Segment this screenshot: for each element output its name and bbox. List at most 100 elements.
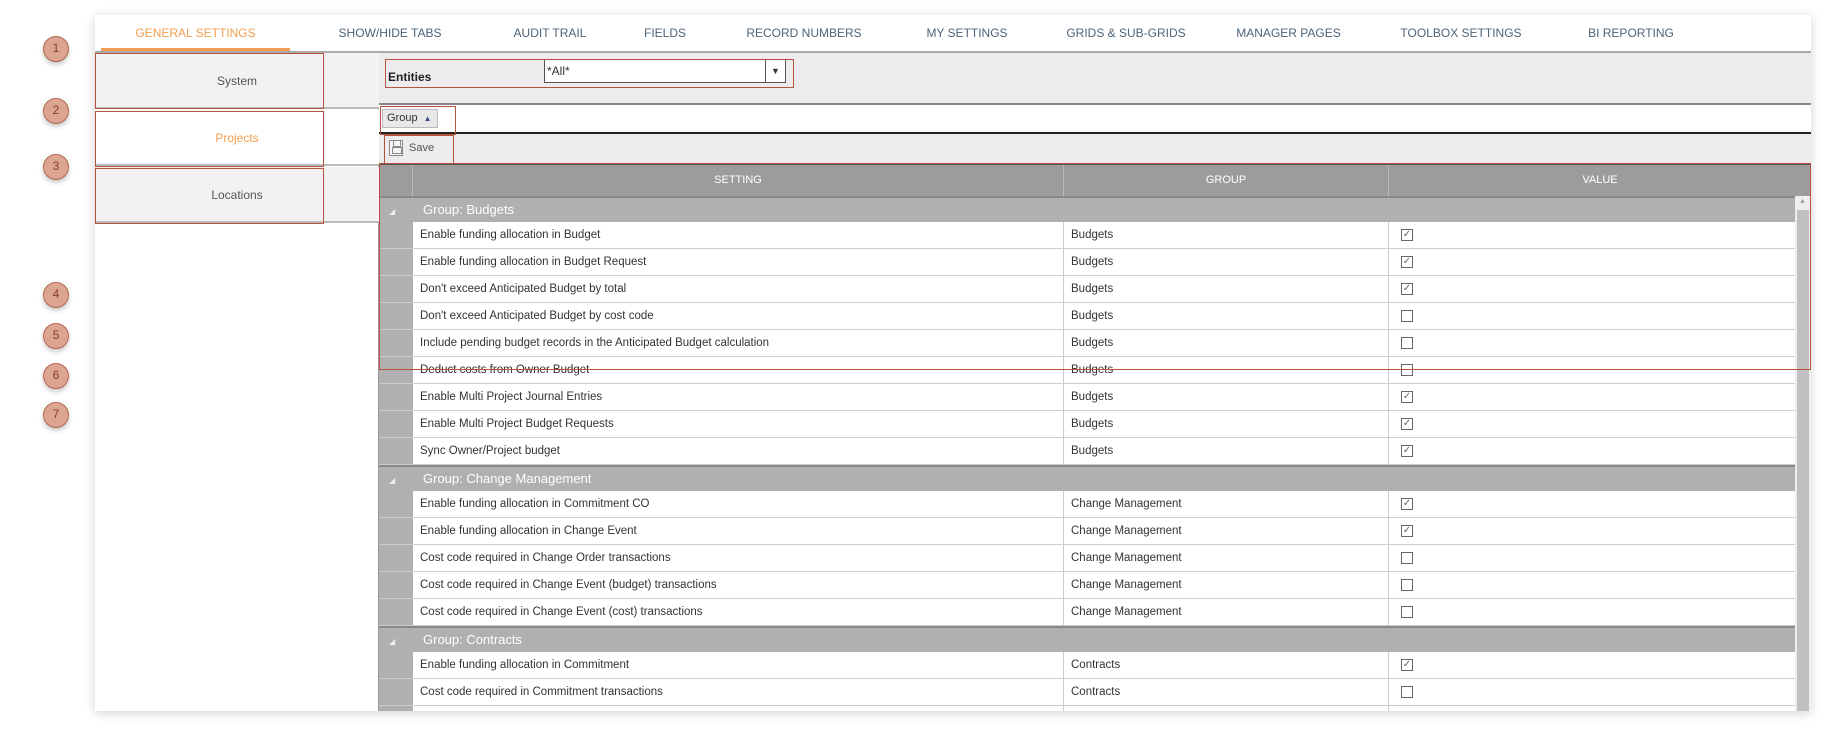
sidebar-item-system[interactable]: System [95,53,379,109]
table-row[interactable]: Include pending budget records in the An… [379,330,1795,357]
tab-grids-sub-grids[interactable]: GRIDS & SUB-GRIDS [1046,15,1206,51]
row-indicator[interactable] [379,438,413,464]
setting-cell: Default Commitment Line Description and … [413,706,1064,711]
row-indicator[interactable] [379,652,413,678]
row-indicator[interactable] [379,357,413,383]
row-indicator[interactable] [379,599,413,625]
row-indicator[interactable] [379,330,413,356]
table-row[interactable]: Cost code required in Change Order trans… [379,545,1795,572]
row-indicator[interactable] [379,545,413,571]
row-indicator[interactable] [379,303,413,329]
column-header-group[interactable]: GROUP [1064,165,1389,196]
table-row[interactable]: Enable Multi Project Journal Entries Budg… [379,384,1795,411]
sidebar-item-projects[interactable]: Projects [95,110,379,166]
value-cell [1389,303,1795,329]
tab-toolbox-settings[interactable]: TOOLBOX SETTINGS [1371,15,1551,51]
group-cell: Change Management [1064,545,1389,571]
tab-manager-pages[interactable]: MANAGER PAGES [1206,15,1371,51]
tab-audit-trail[interactable]: AUDIT TRAIL [490,15,610,51]
checkbox-checked[interactable]: ✓ [1401,391,1413,403]
tab-show-hide-tabs[interactable]: SHOW/HIDE TABS [290,15,490,51]
save-button[interactable]: Save [385,137,449,159]
tab-fields[interactable]: FIELDS [610,15,720,51]
table-row[interactable]: Enable funding allocation in Budget Budge… [379,222,1795,249]
checkbox-unchecked[interactable] [1401,552,1413,564]
table-row[interactable]: Don't exceed Anticipated Budget by cost … [379,303,1795,330]
table-row[interactable]: Enable funding allocation in Budget Requ… [379,249,1795,276]
checkbox-checked[interactable]: ✓ [1401,445,1413,457]
row-indicator[interactable] [379,249,413,275]
checkbox-unchecked[interactable] [1401,310,1413,322]
main-content: Entities *All* ▼ Group ▲ Save SETTING GRO… [379,53,1811,711]
tab-my-settings[interactable]: MY SETTINGS [888,15,1046,51]
tab-general-settings[interactable]: GENERAL SETTINGS [101,15,290,51]
group-cell: Budgets [1064,438,1389,464]
row-indicator[interactable] [379,679,413,705]
checkbox-unchecked[interactable] [1401,579,1413,591]
group-cell: Budgets [1064,411,1389,437]
group-row[interactable]: ◢ Group: Contracts [379,626,1795,652]
checkbox-unchecked[interactable] [1401,337,1413,349]
sidebar-item-locations[interactable]: Locations [95,167,379,223]
value-cell: ✓ [1389,438,1795,464]
row-indicator[interactable] [379,518,413,544]
vertical-scrollbar[interactable]: ▲ [1795,196,1811,711]
column-header-setting[interactable]: SETTING [413,165,1064,196]
table-row[interactable]: Cost code required in Change Event (budg… [379,572,1795,599]
checkbox-unchecked[interactable] [1401,364,1413,376]
table-row[interactable]: Deduct costs from Owner Budget Budgets [379,357,1795,384]
setting-cell: Enable funding allocation in Change Even… [413,518,1064,544]
column-header-value[interactable]: VALUE [1389,165,1811,196]
checkbox-checked[interactable]: ✓ [1401,229,1413,241]
setting-cell: Cost code required in Commitment transac… [413,679,1064,705]
scroll-up-icon[interactable]: ▲ [1799,198,1806,205]
value-cell [1389,545,1795,571]
checkbox-checked[interactable]: ✓ [1401,498,1413,510]
setting-cell: Include pending budget records in the An… [413,330,1064,356]
checkbox-checked[interactable]: ✓ [1401,256,1413,268]
row-indicator[interactable] [379,411,413,437]
row-indicator[interactable] [379,222,413,248]
tab-bi-reporting[interactable]: BI REPORTING [1551,15,1711,51]
setting-cell: Enable Multi Project Budget Requests [413,411,1064,437]
table-row[interactable]: Default Commitment Line Description and … [379,706,1795,711]
collapse-icon[interactable]: ◢ [389,630,395,654]
checkbox-checked[interactable]: ✓ [1401,525,1413,537]
row-indicator[interactable] [379,706,413,711]
collapse-icon[interactable]: ◢ [389,200,395,224]
chevron-down-icon[interactable]: ▼ [765,60,785,82]
table-row[interactable]: Enable Multi Project Budget Requests Budg… [379,411,1795,438]
group-cell: Change Management [1064,491,1389,517]
group-sort-button[interactable]: Group ▲ [382,109,438,128]
row-indicator[interactable] [379,491,413,517]
table-row[interactable]: Cost code required in Change Event (cost… [379,599,1795,626]
group-row[interactable]: ◢ Group: Change Management [379,465,1795,491]
checkbox-checked[interactable]: ✓ [1401,418,1413,430]
tab-record-numbers[interactable]: RECORD NUMBERS [720,15,888,51]
group-cell: Contracts [1064,679,1389,705]
row-indicator[interactable] [379,572,413,598]
scrollbar-thumb[interactable] [1797,210,1809,711]
entities-select[interactable]: *All* ▼ [544,59,786,83]
collapse-icon[interactable]: ◢ [389,469,395,493]
table-row[interactable]: Sync Owner/Project budget Budgets ✓ [379,438,1795,465]
group-row[interactable]: ◢ Group: Budgets [379,196,1795,222]
table-row[interactable]: Enable funding allocation in Change Even… [379,518,1795,545]
table-row[interactable]: Cost code required in Commitment transac… [379,679,1795,706]
checkbox-unchecked[interactable] [1401,606,1413,618]
table-row[interactable]: Enable funding allocation in Commitment C… [379,652,1795,679]
row-indicator[interactable] [379,276,413,302]
save-label: Save [409,142,435,154]
row-indicator[interactable] [379,384,413,410]
value-cell: ✓ [1389,222,1795,248]
entities-bar: Entities *All* ▼ [379,53,1811,105]
checkbox-unchecked[interactable] [1401,686,1413,698]
setting-cell: Don't exceed Anticipated Budget by total [413,276,1064,302]
callout-7: 7 [43,402,69,428]
checkbox-checked[interactable]: ✓ [1401,283,1413,295]
table-row[interactable]: Enable funding allocation in Commitment … [379,491,1795,518]
value-cell [1389,679,1795,705]
checkbox-checked[interactable]: ✓ [1401,659,1413,671]
group-cell: Budgets [1064,249,1389,275]
table-row[interactable]: Don't exceed Anticipated Budget by total… [379,276,1795,303]
